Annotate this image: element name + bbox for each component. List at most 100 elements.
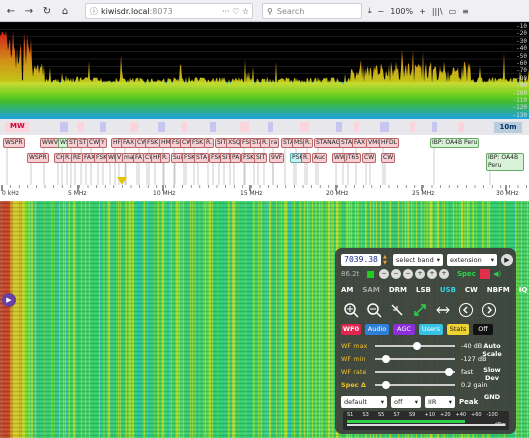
band-segment[interactable] [78,122,84,132]
station-label[interactable]: WSPR [3,138,25,148]
page-left-icon[interactable] [456,300,475,319]
home-button[interactable]: ⌂ [58,3,72,19]
tab-off[interactable]: Off [473,324,493,335]
zoom-level[interactable]: 100% [390,7,413,16]
station-label[interactable]: R. [303,138,313,148]
default-select[interactable]: default ▾ [341,396,387,408]
off-select[interactable]: off ▾ [391,396,421,408]
step-up-small-button[interactable]: + [415,269,425,279]
station-label[interactable]: FSK [145,138,161,148]
band-segment[interactable] [432,122,437,132]
slow-dev-button[interactable]: Slow Dev [479,366,505,382]
station-label[interactable]: Y [99,138,107,148]
station-label[interactable]: WSPR [27,153,49,163]
station-label[interactable]: SIT [254,153,268,163]
forward-button[interactable]: → [22,3,36,19]
band-label-10m[interactable]: 10m [494,122,522,133]
station-label[interactable]: R. [301,153,311,163]
spectrum-display[interactable]: -10 -20 -30 -40 -50 -60 -70 -80 -90 -100 -110 -120-… [0,22,529,119]
band-segment[interactable] [100,122,106,132]
station-label[interactable]: STA [194,153,210,163]
play-icon[interactable]: ▶ [2,293,16,307]
station-label[interactable]: JT65 [344,153,362,163]
mode-sam-button[interactable]: SAM [362,286,379,294]
station-label[interactable]: FAX [121,138,137,148]
station-label[interactable]: CW [381,153,396,163]
tab-agc[interactable]: AGC [393,324,415,335]
mode-cw-button[interactable]: CW [465,286,478,294]
frequency-scale[interactable]: 0 kHz 5 MHz 10 MHz 15 MHz 20 MHz 25 MHz 30 MHz [0,185,529,201]
band-segment[interactable] [380,122,389,132]
band-segment[interactable] [240,122,249,132]
band-segment[interactable] [336,122,342,132]
zoom-max-icon[interactable] [410,300,429,319]
tab-users[interactable]: Users [419,324,443,335]
tab-wf0[interactable]: WF0 [341,324,361,335]
slider-track[interactable] [375,342,455,350]
extension-select[interactable]: extension ▾ [447,254,497,266]
slider-knob[interactable] [381,355,390,363]
zoom-in-button[interactable]: + [419,7,426,16]
step-down-small-button[interactable]: − [403,269,413,279]
swap-icon[interactable] [433,300,452,319]
step-up-medium-button[interactable]: + [427,269,437,279]
zoom-out-icon[interactable] [364,300,383,319]
slider-knob[interactable] [381,381,390,389]
mode-drm-button[interactable]: DRM [389,286,407,294]
page-actions-icon[interactable]: ··· ♡ ☆ [222,7,252,16]
mode-am-button[interactable]: AM [341,286,353,294]
slider-knob[interactable] [444,368,453,376]
mode-lsb-button[interactable]: LSB [416,286,431,294]
band-segment[interactable] [458,122,464,132]
band-segment[interactable] [210,122,216,132]
band-segment[interactable] [130,122,138,132]
speaker-icon[interactable]: ◀) [493,270,501,278]
slider-track[interactable] [375,368,455,376]
reload-button[interactable]: ↻ [40,3,54,19]
mode-iq-button[interactable]: IQ [519,286,528,294]
slider-track[interactable] [375,381,455,389]
peak-button[interactable]: Peak [459,398,478,406]
station-label[interactable]: IBP: OA4B Peru [486,153,524,171]
station-label[interactable]: IBP: OA4B Peru [430,138,480,148]
search-input[interactable]: ⚲ Search [262,3,362,19]
gnd-button[interactable]: GND [479,393,505,401]
page-right-icon[interactable] [479,300,498,319]
passband-marker[interactable] [117,177,127,185]
station-label[interactable]: R. [204,138,214,148]
menu-icon[interactable]: ≡ [462,7,469,16]
sidebar-icon[interactable]: ▭ [449,7,457,16]
step-up-large-button[interactable]: + [439,269,449,279]
back-button[interactable]: ← [4,3,18,19]
mute-icon[interactable] [479,269,490,279]
band-select[interactable]: select band ▾ [393,254,443,266]
mode-usb-button[interactable]: USB [440,286,456,294]
station-label[interactable]: FAX [352,138,368,148]
station-label[interactable]: FSK [190,138,206,148]
url-bar[interactable]: ⓘ kiwisdr.local:8073 ··· ♡ ☆ [85,3,253,19]
station-label[interactable]: HFDL [379,138,399,148]
slider-track[interactable] [375,355,455,363]
play-button[interactable]: ▶ [501,254,513,266]
band-segment[interactable] [300,122,309,132]
band-segment[interactable] [182,122,187,132]
frequency-input[interactable]: 7039.38 [341,254,381,266]
band-segment[interactable] [158,122,165,132]
band-bar[interactable] [0,119,529,135]
band-segment[interactable] [268,122,273,132]
spec-toggle[interactable]: Spec [457,270,476,278]
zoom-out-button[interactable]: − [378,7,385,16]
mode-nbfm-button[interactable]: NBFM [487,286,510,294]
zoom-in-icon[interactable] [341,300,360,319]
station-label[interactable]: STANAG [314,138,343,148]
zoom-band-icon[interactable] [387,300,406,319]
slider-knob[interactable] [412,342,421,350]
station-label[interactable]: 9VF [269,153,285,163]
checkbox-icon[interactable] [367,270,374,278]
step-down-large-button[interactable]: − [379,269,389,279]
step-down-medium-button[interactable]: − [391,269,401,279]
band-segment[interactable] [410,122,415,132]
station-label[interactable]: CW [362,153,377,163]
tab-stats[interactable]: Stats [447,324,469,335]
station-label[interactable]: ra [269,138,280,148]
